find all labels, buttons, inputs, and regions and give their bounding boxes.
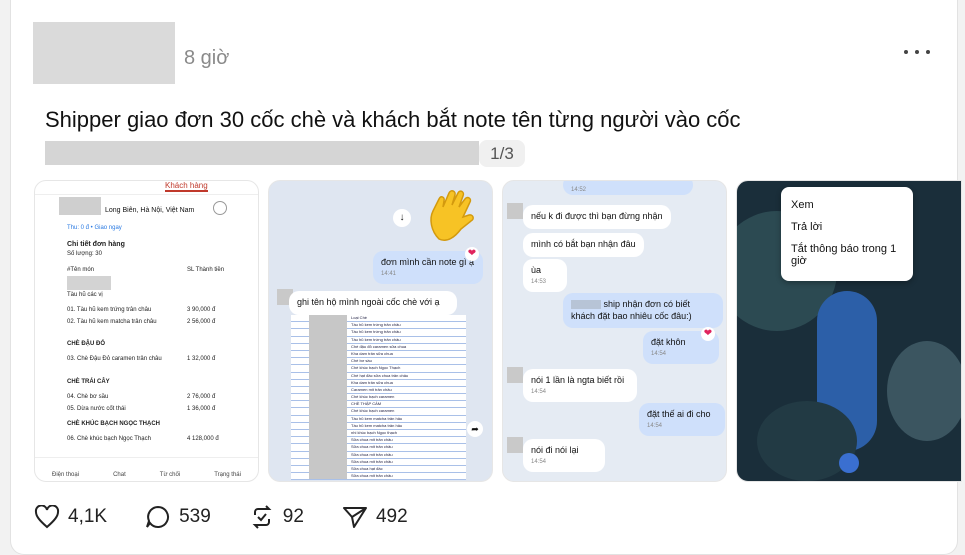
more-options-icon[interactable] <box>904 45 930 59</box>
blur-shape <box>839 453 859 473</box>
order-bottom-nav: Điện thoại Chat Từ chối Trạng thái <box>35 457 258 481</box>
chat-bubble-3: ùa 14:53 <box>523 259 567 293</box>
chat-bubble-1: nếu k đi được thì bạn đừng nhận <box>523 205 671 229</box>
order-topbar: Khách hàng <box>35 181 258 195</box>
share-count: 492 <box>375 506 408 527</box>
chat-bubble-prev: 14:52 <box>563 181 693 195</box>
msg-text: nói đi nói lại <box>531 445 579 455</box>
chat-bubble-request: ghi tên hộ mình ngoài cốc chè với ạ <box>289 291 457 315</box>
section-trai-cay: CHÈ TRÁI CÂY <box>67 379 110 385</box>
menu-item-reply[interactable]: Trả lời <box>791 221 903 233</box>
gallery-image-3[interactable]: 14:52 nếu k đi được thì bạn đừng nhận mì… <box>502 180 727 482</box>
gallery-image-2[interactable]: ↓ đơn mình cần note gì ạ 14:41 ❤ ghi tên… <box>268 180 493 482</box>
chat-bubble-2: mình có bắt bạn nhận đâu <box>523 233 644 257</box>
share-button[interactable]: 492 <box>342 505 408 529</box>
post-text: Shipper giao đơn 30 cốc chè và khách bắt… <box>45 107 741 132</box>
msg-time: 14:41 <box>381 270 397 277</box>
item-6: 06. Chè khúc bạch Ngọc Thạch <box>67 436 151 442</box>
msg-time: 14:54 <box>531 458 547 465</box>
send-icon <box>342 507 367 528</box>
comment-count: 539 <box>179 506 211 527</box>
nav-reject: Từ chối <box>159 472 181 478</box>
like-count: 4,1K <box>68 506 108 527</box>
col-qty: SL Thành tiền <box>187 267 225 273</box>
heart-icon <box>34 505 60 529</box>
item-5: 05. Dừa nước cốt thái <box>67 406 126 412</box>
nav-phone: Điện thoại <box>52 472 80 478</box>
redacted-address <box>59 197 101 215</box>
redacted-text <box>45 141 479 165</box>
blur-shape <box>887 341 961 441</box>
gallery-image-4[interactable]: Xem Trả lời Tắt thông báo trong 1 giờ <box>736 180 962 482</box>
msg-time: 14:52 <box>571 187 587 193</box>
sender-avatar <box>507 437 523 453</box>
item-3: 03. Chè Đậu Đỏ caramen trân châu <box>67 356 162 362</box>
msg-text: ghi tên hộ mình ngoài cốc chè với ạ <box>297 297 440 307</box>
like-button[interactable]: 4,1K <box>34 505 107 529</box>
msg-time: 14:53 <box>531 278 547 285</box>
menu-item-mute[interactable]: Tắt thông báo trong 1 giờ <box>791 243 903 267</box>
msg-text: đơn mình cần note gì ạ <box>381 257 474 267</box>
redacted-name <box>571 300 601 310</box>
comment-icon <box>146 505 170 528</box>
item-4-price: 2 76,000 đ <box>187 394 216 400</box>
chat-bubble-6: nói 1 lần là ngta biết rồi 14:54 <box>523 369 637 403</box>
item-1: 01. Tàu hũ kem trứng trân châu <box>67 307 152 313</box>
chat-bubble-4: ship nhận đơn có biết khách đặt bao nhiê… <box>563 293 723 329</box>
redacted-block <box>67 276 111 290</box>
tab-customer: Khách hàng <box>165 181 208 192</box>
chat-bubble-8: nói đi nói lại 14:54 <box>523 439 605 473</box>
msg-text: ùa <box>531 265 542 275</box>
msg-time: 14:54 <box>647 422 663 429</box>
menu-item-view[interactable]: Xem <box>791 199 903 211</box>
section-khuc-bach: CHÈ KHÚC BẠCH NGỌC THẠCH <box>67 421 160 427</box>
msg-text: đặt khôn <box>651 337 686 347</box>
comment-button[interactable]: 539 <box>145 505 211 529</box>
repost-icon <box>252 505 272 529</box>
sheet-row: Sữa chua mit trân châu <box>291 480 466 481</box>
heart-reaction-icon: ❤ <box>465 247 479 261</box>
section-tau-hu: Tàu hũ các vị <box>67 292 103 298</box>
item-2-price: 2 56,000 đ <box>187 319 216 325</box>
post-time: 8 giờ <box>184 47 230 69</box>
image-gallery[interactable]: Khách hàng Long Biên, Hà Nội, Việt Nam T… <box>34 180 962 482</box>
waving-hand-icon <box>430 190 474 241</box>
sender-avatar <box>507 367 523 383</box>
item-4: 04. Chè bơ sầu <box>67 394 109 400</box>
location-icon <box>213 201 227 215</box>
nav-status: Trạng thái <box>214 472 241 478</box>
pickup-info: Thu: 0 đ • Giao ngay <box>67 225 122 231</box>
download-icon: ↓ <box>393 209 411 227</box>
col-name: #Tên món <box>67 267 95 273</box>
msg-text: nói 1 lần là ngta biết rồi <box>531 375 625 385</box>
detail-title: Chi tiết đơn hàng <box>67 241 125 248</box>
heart-reaction-icon: ❤ <box>701 327 715 341</box>
item-1-price: 3 90,000 đ <box>187 307 216 313</box>
chat-bubble-7: đặt thế ai đi cho 14:54 <box>639 403 725 437</box>
address: Long Biên, Hà Nội, Việt Nam <box>105 207 195 214</box>
repost-count: 92 <box>282 506 304 527</box>
item-6-price: 4 128,000 đ <box>187 436 219 442</box>
nav-chat: Chat <box>113 472 126 478</box>
context-menu: Xem Trả lời Tắt thông báo trong 1 giờ <box>781 187 913 281</box>
share-icon: ➦ <box>467 421 483 437</box>
quantity: Số lượng: 30 <box>67 251 102 257</box>
sender-avatar <box>507 203 523 219</box>
repost-button[interactable]: 92 <box>249 505 304 529</box>
author-avatar-redacted[interactable] <box>33 22 175 84</box>
gallery-image-1[interactable]: Khách hàng Long Biên, Hà Nội, Việt Nam T… <box>34 180 259 482</box>
msg-time: 14:54 <box>651 350 667 357</box>
image-counter: 1/3 <box>479 140 525 167</box>
spreadsheet-image: Loại Chè Tàu hũ kem trứng trân châu Tàu hũ… <box>291 315 466 481</box>
redacted-names-column <box>309 315 347 479</box>
section-dau-do: CHÈ ĐẬU ĐỎ <box>67 341 106 347</box>
item-5-price: 1 36,000 đ <box>187 406 216 412</box>
msg-text: đặt thế ai đi cho <box>647 409 711 419</box>
post-actions: 4,1K 539 92 492 <box>34 501 446 533</box>
item-3-price: 1 32,000 đ <box>187 356 216 362</box>
msg-time: 14:54 <box>531 388 547 395</box>
item-2: 02. Tàu hũ kem matcha trân châu <box>67 319 157 325</box>
